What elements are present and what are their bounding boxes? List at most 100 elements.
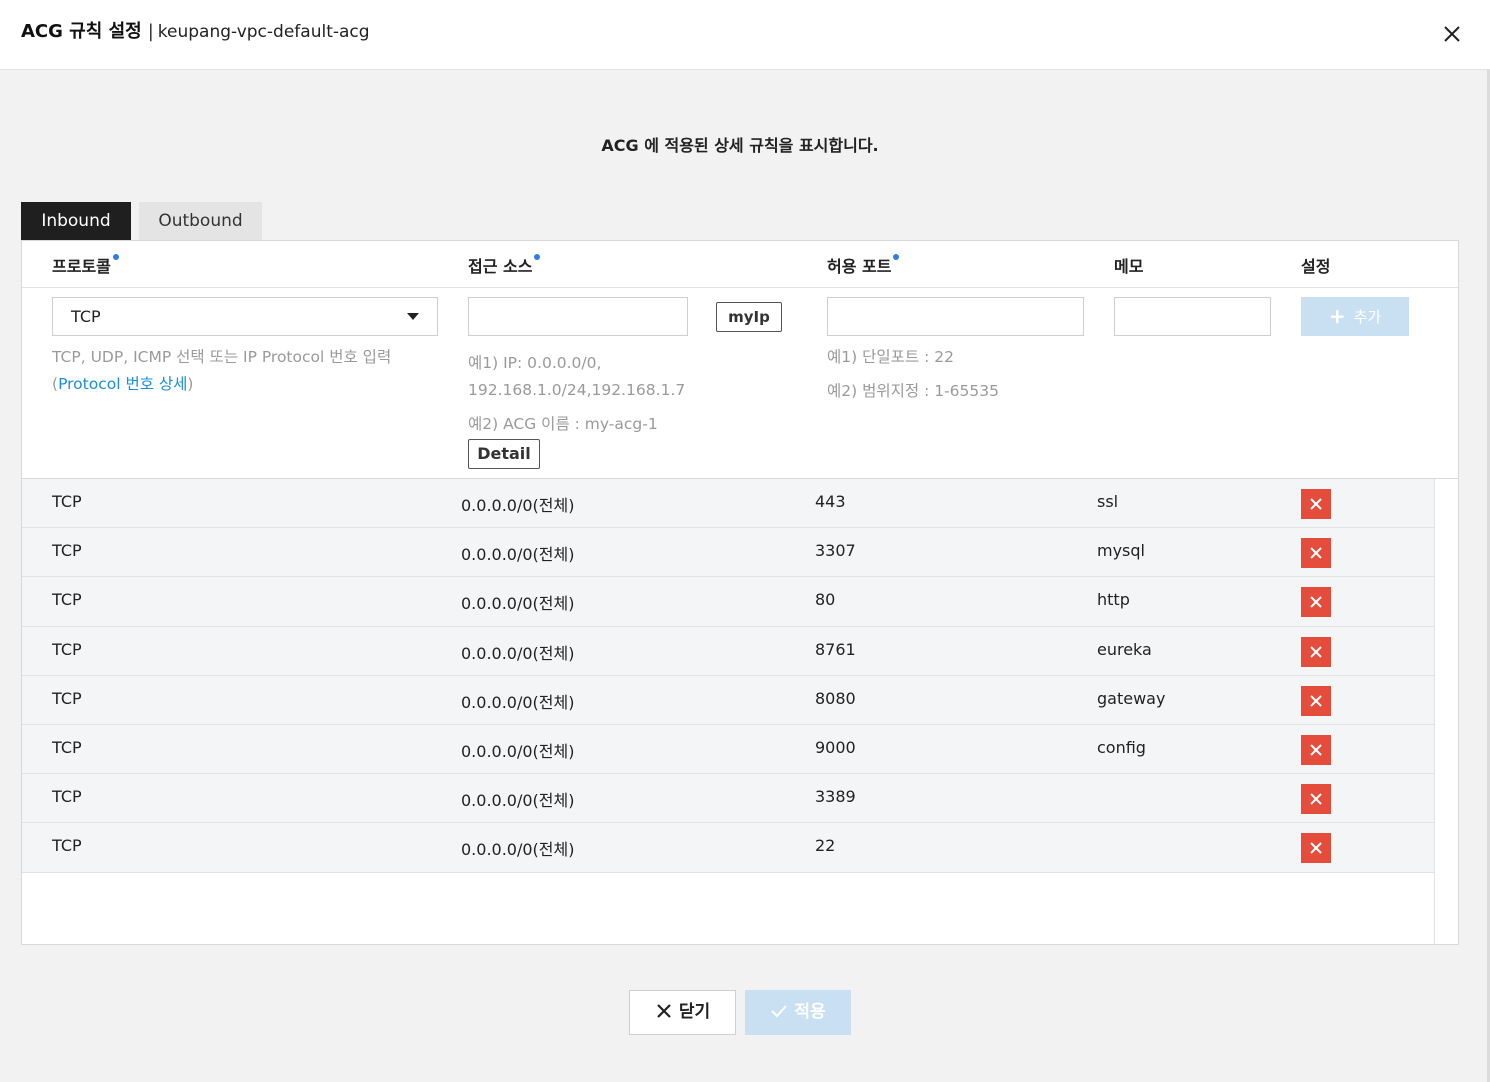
cell-source: 0.0.0.0/0(전체) xyxy=(461,692,575,712)
source-hint-3: 예2) ACG 이름 : my-acg-1 xyxy=(468,415,658,433)
close-icon xyxy=(1310,547,1322,559)
myip-button[interactable]: myIp xyxy=(716,302,782,332)
delete-rule-button[interactable] xyxy=(1301,734,1331,765)
column-memo: 메모 xyxy=(1114,257,1144,276)
protocol-hint-link-line: (Protocol 번호 상세) xyxy=(52,371,193,398)
cell-port: 443 xyxy=(815,492,846,511)
dialog-description: ACG 에 적용된 상세 규칙을 표시합니다. xyxy=(601,136,879,155)
protocol-hint: TCP, UDP, ICMP 선택 또는 IP Protocol 번호 입력 xyxy=(52,348,392,366)
memo-input[interactable] xyxy=(1114,297,1271,336)
required-dot-icon xyxy=(534,254,541,260)
table-row: TCP 0.0.0.0/0(전체) 8080 gateway xyxy=(22,675,1434,725)
cell-port: 3389 xyxy=(815,787,856,807)
cell-port: 80 xyxy=(815,590,836,610)
cell-protocol: TCP xyxy=(52,688,82,708)
source-hint-2: 192.168.1.0/24,192.168.1.7 xyxy=(468,381,686,399)
table-row: TCP 0.0.0.0/0(전체) 8761 eureka xyxy=(22,626,1434,676)
close-icon xyxy=(1310,645,1322,658)
table-row: TCP 0.0.0.0/0(전체) 443 ssl xyxy=(22,479,1434,529)
column-source: 접근 소스 xyxy=(468,253,541,277)
cell-protocol: TCP xyxy=(52,787,82,807)
list-scrollbar[interactable] xyxy=(1434,479,1435,945)
detail-button[interactable]: Detail xyxy=(468,439,540,469)
cell-protocol: TCP xyxy=(52,737,82,757)
cell-source: 0.0.0.0/0(전체) xyxy=(461,741,575,761)
protocol-select[interactable]: TCP xyxy=(52,297,438,336)
cell-protocol: TCP xyxy=(52,639,82,659)
port-hint-1: 예1) 단일포트 : 22 xyxy=(827,348,954,366)
protocol-select-value: TCP xyxy=(71,307,101,326)
cell-port: 8080 xyxy=(815,688,856,708)
column-port: 허용 포트 xyxy=(827,253,900,277)
cell-source: 0.0.0.0/0(전체) xyxy=(461,791,575,811)
close-button-label: 닫기 xyxy=(678,1002,711,1022)
cell-source: 0.0.0.0/0(전체) xyxy=(461,840,575,860)
tab-inbound[interactable]: Inbound xyxy=(21,202,131,240)
table-row: TCP 0.0.0.0/0(전체) 3389 xyxy=(22,774,1434,824)
delete-rule-button[interactable] xyxy=(1301,784,1331,815)
cell-port: 22 xyxy=(815,836,836,856)
cell-source: 0.0.0.0/0(전체) xyxy=(461,643,575,663)
cell-memo: eureka xyxy=(1097,639,1152,659)
dialog-title: ACG 규칙 설정 | keupang-vpc-default-acg xyxy=(21,20,370,44)
cell-source: 0.0.0.0/0(전체) xyxy=(461,594,575,614)
header-divider xyxy=(22,287,1458,288)
paren-close: ) xyxy=(187,375,194,393)
dialog-header: ACG 규칙 설정 | keupang-vpc-default-acg xyxy=(0,0,1490,70)
close-icon xyxy=(1310,596,1322,609)
required-dot-icon xyxy=(112,254,119,260)
plus-icon: + xyxy=(1328,304,1346,328)
cell-protocol: TCP xyxy=(52,492,82,511)
rules-panel: 프로토콜 접근 소스 허용 포트 메모 설정 TCP TCP, UDP, ICM… xyxy=(21,240,1459,945)
dialog-title-text: ACG 규칙 설정 xyxy=(21,21,142,42)
column-port-label: 허용 포트 xyxy=(827,257,892,276)
check-icon xyxy=(771,1005,788,1018)
delete-rule-button[interactable] xyxy=(1301,489,1331,519)
protocol-number-detail-link[interactable]: Protocol 번호 상세 xyxy=(58,375,187,393)
cell-source: 0.0.0.0/0(전체) xyxy=(461,545,575,565)
table-row: TCP 0.0.0.0/0(전체) 22 xyxy=(22,823,1434,873)
source-hint-1: 예1) IP: 0.0.0.0/0, xyxy=(468,354,602,372)
close-icon xyxy=(1310,695,1322,707)
delete-rule-button[interactable] xyxy=(1301,587,1331,618)
acg-name: keupang-vpc-default-acg xyxy=(157,22,370,42)
add-rule-button[interactable]: + 추가 xyxy=(1301,297,1409,336)
column-settings: 설정 xyxy=(1301,257,1331,276)
close-icon xyxy=(1310,793,1322,805)
apply-button-label: 적용 xyxy=(794,1002,826,1022)
delete-rule-button[interactable] xyxy=(1301,636,1331,667)
close-icon xyxy=(657,1004,671,1018)
add-label: 추가 xyxy=(1353,308,1382,326)
delete-rule-button[interactable] xyxy=(1301,833,1331,864)
table-row: TCP 0.0.0.0/0(전체) 80 http xyxy=(22,577,1434,627)
table-row: TCP 0.0.0.0/0(전체) 3307 mysql xyxy=(22,528,1434,578)
column-protocol: 프로토콜 xyxy=(52,253,119,277)
port-hint-2: 예2) 범위지정 : 1-65535 xyxy=(827,382,999,400)
close-icon xyxy=(1310,842,1322,855)
tab-outbound[interactable]: Outbound xyxy=(139,202,262,240)
apply-button[interactable]: 적용 xyxy=(745,990,851,1035)
close-icon xyxy=(1310,744,1322,756)
port-input[interactable] xyxy=(827,297,1084,336)
source-input[interactable] xyxy=(468,297,688,336)
caret-down-icon xyxy=(407,313,419,320)
cell-protocol: TCP xyxy=(52,836,82,856)
cell-memo: mysql xyxy=(1097,541,1145,561)
rules-list: TCP 0.0.0.0/0(전체) 443 ssl TCP 0.0.0.0/0(전체) 33… xyxy=(22,479,1434,873)
column-source-label: 접근 소스 xyxy=(468,257,533,276)
cell-memo: config xyxy=(1097,737,1146,757)
cell-memo: gateway xyxy=(1097,688,1166,708)
title-separator: | xyxy=(147,21,154,42)
cell-memo: http xyxy=(1097,590,1130,610)
delete-rule-button[interactable] xyxy=(1301,685,1331,716)
close-icon[interactable] xyxy=(1438,20,1466,48)
cell-port: 9000 xyxy=(815,737,856,757)
table-row: TCP 0.0.0.0/0(전체) 9000 config xyxy=(22,724,1434,775)
cell-source: 0.0.0.0/0(전체) xyxy=(461,496,575,515)
close-button[interactable]: 닫기 xyxy=(629,990,736,1035)
column-protocol-label: 프로토콜 xyxy=(52,257,111,276)
delete-rule-button[interactable] xyxy=(1301,538,1331,569)
cell-port: 3307 xyxy=(815,541,856,561)
cell-memo: ssl xyxy=(1097,492,1119,511)
close-icon xyxy=(1310,498,1322,510)
